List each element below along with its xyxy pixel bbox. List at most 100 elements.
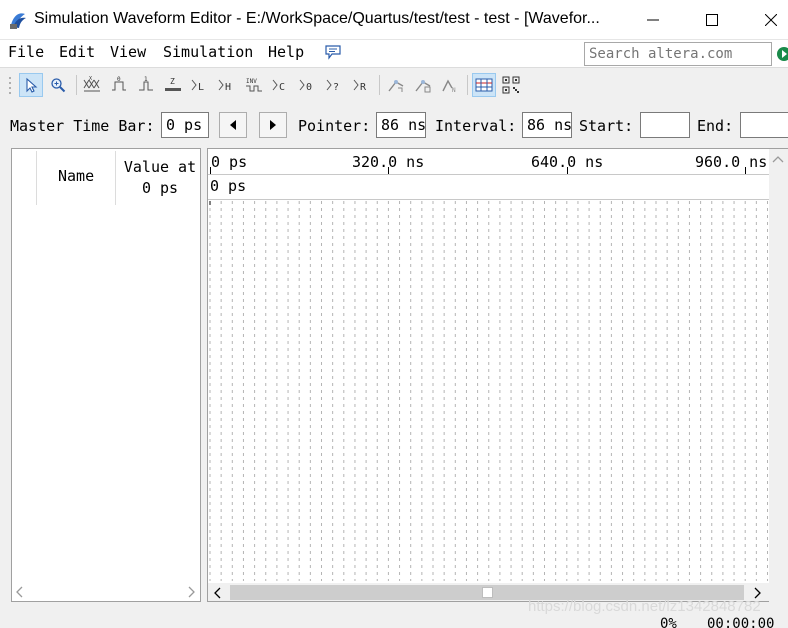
signal-list-pane[interactable]: Name Value at 0 ps	[11, 148, 201, 602]
progress-percent: 0%	[660, 616, 677, 628]
arrow-left-icon	[230, 120, 236, 130]
svg-text:C: C	[279, 82, 285, 93]
snap-to-transition-button[interactable]	[384, 73, 408, 97]
grid-view-button[interactable]	[472, 73, 496, 97]
zoom-magnifier-icon	[51, 78, 66, 93]
waveform-random-icon: ?	[326, 79, 339, 93]
pointer-field: 86 ns	[376, 112, 426, 138]
master-time-bar-field[interactable]: 0 ps	[161, 112, 209, 138]
invert-button[interactable]: INV	[242, 73, 266, 97]
svg-text:R: R	[360, 82, 367, 93]
search-go-icon[interactable]	[776, 46, 788, 62]
svg-text:0: 0	[306, 82, 312, 93]
app-logo-icon	[10, 13, 26, 29]
waveform-invert-icon: INV	[246, 78, 262, 92]
help-chat-icon[interactable]	[325, 44, 341, 60]
waveform-arbitrary-icon: R	[353, 79, 367, 93]
master-time-bar-label: Master Time Bar:	[10, 117, 155, 135]
weak-low-button[interactable]: L	[188, 73, 212, 97]
menu-edit[interactable]: Edit	[59, 43, 95, 61]
previous-transition-button[interactable]	[219, 112, 247, 138]
snap-to-grid-button[interactable]	[411, 73, 435, 97]
scroll-up-icon[interactable]	[772, 155, 784, 163]
waveform-pane[interactable]: 0 ps 320.0 ns 640.0 ns 960.0 ns 0 ps	[207, 148, 769, 602]
scrollbar-thumb[interactable]	[482, 587, 493, 598]
scroll-right-icon	[188, 586, 195, 598]
count-value-button[interactable]: C	[269, 73, 293, 97]
stretch-button[interactable]: N	[438, 73, 462, 97]
ruler-tick	[210, 167, 211, 174]
high-impedance-button[interactable]: Z	[161, 73, 185, 97]
value-column-header[interactable]: Value at 0 ps	[122, 157, 198, 199]
next-transition-button[interactable]	[259, 112, 287, 138]
close-button[interactable]	[748, 0, 788, 40]
interval-label: Interval:	[435, 117, 517, 135]
selection-tool-button[interactable]	[19, 73, 43, 97]
pointer-arrow-icon	[26, 77, 38, 93]
node-finder-button[interactable]	[499, 73, 523, 97]
waveform-z-icon: Z	[165, 77, 181, 91]
status-bar: 0% 00:00:00	[0, 612, 788, 628]
column-divider[interactable]	[115, 151, 116, 205]
forcing-low-button[interactable]: 0	[107, 73, 131, 97]
value-header-line2: 0 ps	[141, 179, 179, 197]
minimize-icon	[647, 19, 659, 21]
ruler-label-960: 960.0 ns	[695, 153, 768, 171]
stretch-waveform-icon: N	[442, 79, 456, 94]
forcing-high-button[interactable]: 1	[134, 73, 158, 97]
toolbar-separator	[76, 75, 77, 95]
end-field[interactable]	[740, 112, 788, 138]
end-label: End:	[697, 117, 734, 135]
svg-text:Z: Z	[170, 77, 175, 86]
waveform-forcing-value-icon: 0	[299, 79, 312, 93]
waveform-vertical-scrollbar[interactable]	[769, 148, 788, 602]
forcing-unknown-button[interactable]: X	[80, 73, 104, 97]
menu-simulation[interactable]: Simulation	[163, 43, 253, 61]
arrow-right-icon	[270, 120, 276, 130]
time-bar-row[interactable]: 0 ps	[208, 175, 769, 200]
waveform-low-icon: 0	[112, 76, 126, 91]
maximize-icon	[706, 14, 718, 26]
svg-text:0: 0	[117, 76, 121, 83]
waveform-count-icon: C	[272, 79, 285, 93]
time-ruler[interactable]: 0 ps 320.0 ns 640.0 ns 960.0 ns	[208, 149, 769, 175]
svg-text:?: ?	[333, 82, 339, 93]
scroll-left-icon[interactable]	[213, 587, 221, 599]
ruler-tick	[745, 167, 746, 174]
search-input[interactable]	[584, 42, 772, 66]
waveform-grid[interactable]	[208, 201, 769, 581]
ruler-tick	[567, 167, 568, 174]
waveform-grid-icon	[475, 78, 493, 92]
start-field[interactable]	[640, 112, 690, 138]
zoom-tool-button[interactable]	[46, 73, 70, 97]
waveform-weak-low-icon: L	[191, 79, 204, 93]
scroll-left-icon	[16, 586, 23, 598]
svg-text:L: L	[198, 82, 204, 93]
waveform-toolbar: X 0 1 Z L H INV C 0 ? R N	[0, 69, 788, 101]
master-time-bar-marker[interactable]: 0 ps	[210, 177, 246, 195]
minimize-button[interactable]	[630, 0, 676, 40]
elapsed-time: 00:00:00	[707, 616, 775, 628]
ruler-tick	[388, 167, 389, 174]
toolbar-grip-icon	[9, 77, 11, 94]
menu-file[interactable]: File	[8, 43, 44, 61]
svg-text:1: 1	[144, 76, 148, 83]
toolbar-separator	[379, 75, 380, 95]
menu-help[interactable]: Help	[268, 43, 304, 61]
name-column-header[interactable]: Name	[58, 167, 94, 185]
node-finder-icon	[502, 76, 520, 94]
svg-text:INV: INV	[246, 78, 257, 85]
maximize-button[interactable]	[689, 0, 735, 40]
waveform-high-icon: 1	[139, 76, 153, 91]
start-label: Start:	[579, 117, 634, 135]
value-header-line1: Value at	[123, 158, 197, 176]
svg-text:H: H	[225, 82, 231, 93]
forcing-value-button[interactable]: 0	[296, 73, 320, 97]
random-value-button[interactable]: ?	[323, 73, 347, 97]
waveform-x-icon: X	[83, 76, 100, 92]
weak-high-button[interactable]: H	[215, 73, 239, 97]
signal-list-scrollbar[interactable]	[12, 583, 200, 601]
menu-view[interactable]: View	[110, 43, 146, 61]
window-title: Simulation Waveform Editor - E:/WorkSpac…	[34, 10, 600, 27]
arbitrary-value-button[interactable]: R	[350, 73, 374, 97]
